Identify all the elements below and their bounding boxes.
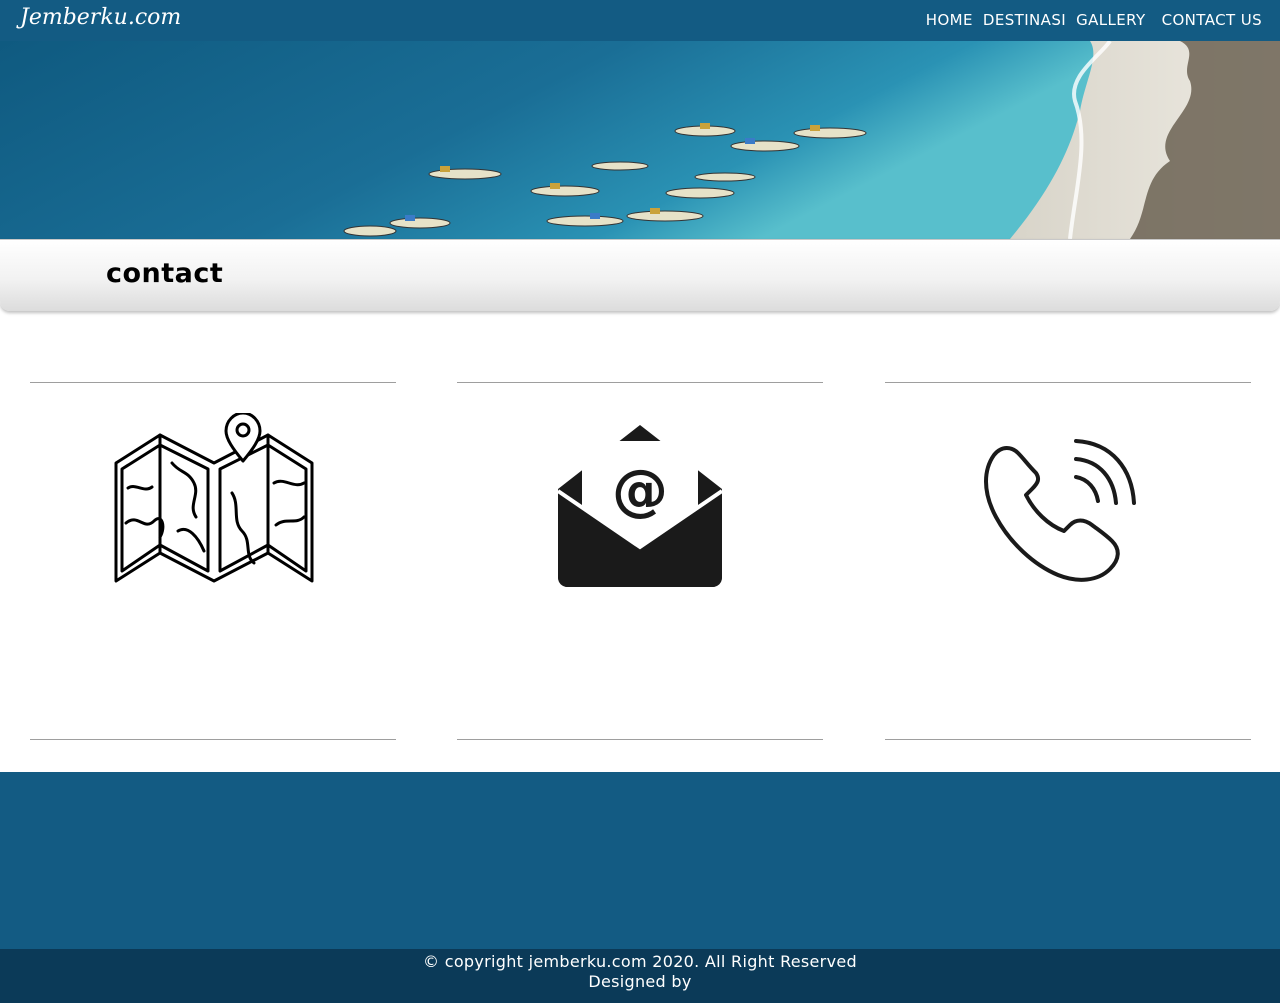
contact-card-phone (885, 382, 1251, 740)
designed-by-text: Designed by (588, 972, 692, 991)
contact-card-email: @ (457, 382, 823, 740)
nav-contact-us[interactable]: CONTACT US (1162, 11, 1262, 29)
svg-text:@: @ (612, 458, 668, 523)
hero-banner-image (0, 41, 1280, 239)
beach-with-boats-photo (0, 41, 1280, 239)
nav-home[interactable]: HOME (926, 11, 973, 29)
email-icon: @ (457, 413, 823, 593)
copyright-text: © copyright jemberku.com 2020. All Right… (423, 952, 857, 971)
phone-icon (885, 413, 1251, 593)
nav-gallery[interactable]: GALLERY (1076, 11, 1146, 29)
main-nav: HOME DESTINASI GALLERY CONTACT US (926, 11, 1262, 29)
footer-area (0, 772, 1280, 949)
nav-destinasi[interactable]: DESTINASI (983, 11, 1066, 29)
copyright-bar: © copyright jemberku.com 2020. All Right… (0, 949, 1280, 1003)
page-title: contact (106, 258, 224, 289)
page-title-strip: contact (0, 239, 1280, 311)
contact-card-address (30, 382, 396, 740)
site-logo[interactable]: Jemberku.com (20, 5, 181, 30)
top-navbar: Jemberku.com HOME DESTINASI GALLERY CONT… (0, 0, 1280, 41)
map-icon (30, 413, 396, 593)
